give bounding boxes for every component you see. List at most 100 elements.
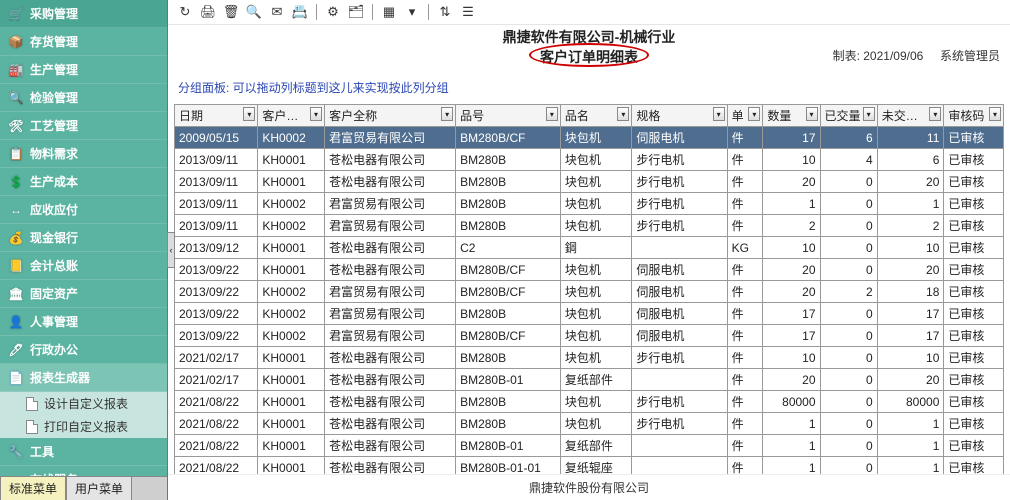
report-date-prefix: 制表: [833, 49, 864, 63]
table-cell: 0 [820, 259, 877, 281]
column-filter-dropdown-icon[interactable]: ▾ [617, 107, 629, 121]
table-row[interactable]: 2021/08/22KH0001苍松电器有限公司BM280B块包机步行电机件10… [175, 413, 1004, 435]
group-panel-hint[interactable]: 分组面板: 可以拖动列标题到这儿来实现按此列分组 [168, 73, 1010, 104]
sidebar-child-0[interactable]: 设计自定义报表 [0, 392, 167, 415]
sidebar-item-3[interactable]: 🔍检验管理 [0, 84, 167, 112]
table-row[interactable]: 2013/09/11KH0002君富贸易有限公司BM280B块包机步行电机件20… [175, 215, 1004, 237]
table-cell: 复纸部件 [560, 369, 631, 391]
table-cell: 2021/02/17 [175, 369, 258, 391]
table-cell: 1 [877, 193, 944, 215]
sidebar-item-11[interactable]: 👤人事管理 [0, 308, 167, 336]
table-row[interactable]: 2021/08/22KH0001苍松电器有限公司BM280B块包机步行电机件80… [175, 391, 1004, 413]
sidebar-item-1[interactable]: 📦存货管理 [0, 28, 167, 56]
table-row[interactable]: 2013/09/22KH0001苍松电器有限公司BM280B/CF块包机伺服电机… [175, 259, 1004, 281]
grid-header-cell[interactable]: 规格 ▾ [632, 105, 727, 127]
column-filter-dropdown-icon[interactable]: ▾ [310, 107, 322, 121]
sidebar-item-15[interactable]: ☁在线服务 [0, 466, 167, 476]
sidebar-collapse-handle[interactable]: ‹ [167, 232, 175, 268]
sidebar-item-9[interactable]: 📒会计总账 [0, 252, 167, 280]
sidebar-item-13[interactable]: 📄报表生成器 [0, 364, 167, 392]
sidebar-child-1[interactable]: 打印自定义报表 [0, 415, 167, 438]
column-filter-dropdown-icon[interactable]: ▾ [243, 107, 255, 121]
sidebar-item-7[interactable]: ↔应收应付 [0, 196, 167, 224]
table-cell: 件 [727, 325, 763, 347]
table-row[interactable]: 2021/08/22KH0001苍松电器有限公司BM280B-01-01复纸辊座… [175, 457, 1004, 475]
grid-header-cell[interactable]: 客户全称▾ [325, 105, 456, 127]
table-cell: 件 [727, 149, 763, 171]
toolbar-button-0[interactable]: ↻ [174, 2, 196, 22]
table-cell: KH0001 [258, 369, 325, 391]
sidebar-item-4[interactable]: 🛠工艺管理 [0, 112, 167, 140]
table-cell: 件 [727, 435, 763, 457]
column-filter-dropdown-icon[interactable]: ▾ [806, 107, 818, 121]
table-cell: 10 [877, 237, 944, 259]
table-cell: 0 [820, 171, 877, 193]
table-cell: 2 [820, 281, 877, 303]
table-row[interactable]: 2013/09/12KH0001苍松电器有限公司C2鋼KG10010已审核 [175, 237, 1004, 259]
grid-header-cell[interactable]: 日期▾ [175, 105, 258, 127]
table-row[interactable]: 2021/02/17KH0001苍松电器有限公司BM280B-01复纸部件件20… [175, 369, 1004, 391]
table-cell: 20 [877, 259, 944, 281]
sidebar-item-label: 现金银行 [30, 229, 78, 246]
toolbar-button-13[interactable]: ⇅ [434, 2, 456, 22]
toolbar-icon: 🗂 [348, 4, 365, 20]
toolbar-button-1[interactable]: 🖨 [197, 2, 219, 22]
table-cell: 80000 [877, 391, 944, 413]
table-cell: 苍松电器有限公司 [325, 435, 456, 457]
table-cell: BM280B [456, 193, 561, 215]
table-row[interactable]: 2013/09/11KH0002君富贸易有限公司BM280B块包机步行电机件10… [175, 193, 1004, 215]
toolbar-button-7[interactable]: ⚙ [322, 2, 344, 22]
grid-header-cell[interactable]: 已交量▾ [820, 105, 877, 127]
grid-header-cell[interactable]: 客户编号▾ [258, 105, 325, 127]
grid-header-cell[interactable]: 单▾ [727, 105, 763, 127]
sidebar-item-5[interactable]: 📋物料需求 [0, 140, 167, 168]
grid-header-cell[interactable]: 品名▾ [560, 105, 631, 127]
table-row[interactable]: 2021/02/17KH0001苍松电器有限公司BM280B块包机步行电机件10… [175, 347, 1004, 369]
sidebar-item-8[interactable]: 💰现金银行 [0, 224, 167, 252]
table-cell: 0 [820, 325, 877, 347]
sidebar-item-12[interactable]: 🖊行政办公 [0, 336, 167, 364]
toolbar-button-8[interactable]: 🗂 [345, 2, 367, 22]
column-filter-dropdown-icon[interactable]: ▾ [441, 107, 453, 121]
table-row[interactable]: 2009/05/15KH0002君富贸易有限公司BM280B/CF块包机伺服电机… [175, 127, 1004, 149]
toolbar-button-11[interactable]: ▾ [401, 2, 423, 22]
table-row[interactable]: 2013/09/22KH0002君富贸易有限公司BM280B块包机伺服电机件17… [175, 303, 1004, 325]
table-cell: 鋼 [560, 237, 631, 259]
table-cell: 伺服电机 [632, 325, 727, 347]
column-filter-dropdown-icon[interactable]: ▾ [989, 107, 1001, 121]
column-filter-dropdown-icon[interactable]: ▾ [863, 107, 875, 121]
sidebar-item-6[interactable]: 💲生产成本 [0, 168, 167, 196]
table-row[interactable]: 2013/09/11KH0001苍松电器有限公司BM280B块包机步行电机件20… [175, 171, 1004, 193]
grid-header-cell[interactable]: 未交数量▾ [877, 105, 944, 127]
grid-header-cell[interactable]: 审核码▾ [944, 105, 1004, 127]
grid-header-cell[interactable]: 品号▾ [456, 105, 561, 127]
column-filter-dropdown-icon[interactable]: ▾ [748, 107, 760, 121]
column-filter-dropdown-icon[interactable]: ▾ [713, 107, 725, 121]
table-row[interactable]: 2021/08/22KH0001苍松电器有限公司BM280B-01复纸部件件10… [175, 435, 1004, 457]
sidebar-item-0[interactable]: 🛒采购管理 [0, 0, 167, 28]
table-cell: 2021/08/22 [175, 391, 258, 413]
grid-header-cell[interactable]: 数量▾ [763, 105, 820, 127]
table-cell: 步行电机 [632, 391, 727, 413]
toolbar-button-4[interactable]: ✉ [266, 2, 288, 22]
sidebar-item-14[interactable]: 🔧工具 [0, 438, 167, 466]
table-row[interactable]: 2013/09/22KH0002君富贸易有限公司BM280B/CF块包机伺服电机… [175, 325, 1004, 347]
sidebar-item-2[interactable]: 🏭生产管理 [0, 56, 167, 84]
sidebar-item-10[interactable]: 🏛固定资产 [0, 280, 167, 308]
table-row[interactable]: 2013/09/11KH0001苍松电器有限公司BM280B块包机步行电机件10… [175, 149, 1004, 171]
table-cell: 0 [820, 457, 877, 475]
table-cell: BM280B-01-01 [456, 457, 561, 475]
table-cell: 已审核 [944, 193, 1004, 215]
toolbar-button-10[interactable]: ▦ [378, 2, 400, 22]
grid-header-label: 规格 [636, 109, 660, 123]
toolbar-button-3[interactable]: 🔍 [243, 2, 265, 22]
toolbar-button-14[interactable]: ☰ [457, 2, 479, 22]
sidebar-tab-user[interactable]: 用户菜单 [66, 476, 132, 500]
sidebar-tab-standard[interactable]: 标准菜单 [0, 476, 66, 500]
toolbar-button-2[interactable]: 🗑 [220, 2, 242, 22]
toolbar-icon: 🔍 [246, 4, 262, 20]
column-filter-dropdown-icon[interactable]: ▾ [546, 107, 558, 121]
column-filter-dropdown-icon[interactable]: ▾ [929, 107, 941, 121]
toolbar-button-5[interactable]: 📇 [289, 2, 311, 22]
table-row[interactable]: 2013/09/22KH0002君富贸易有限公司BM280B/CF块包机伺服电机… [175, 281, 1004, 303]
